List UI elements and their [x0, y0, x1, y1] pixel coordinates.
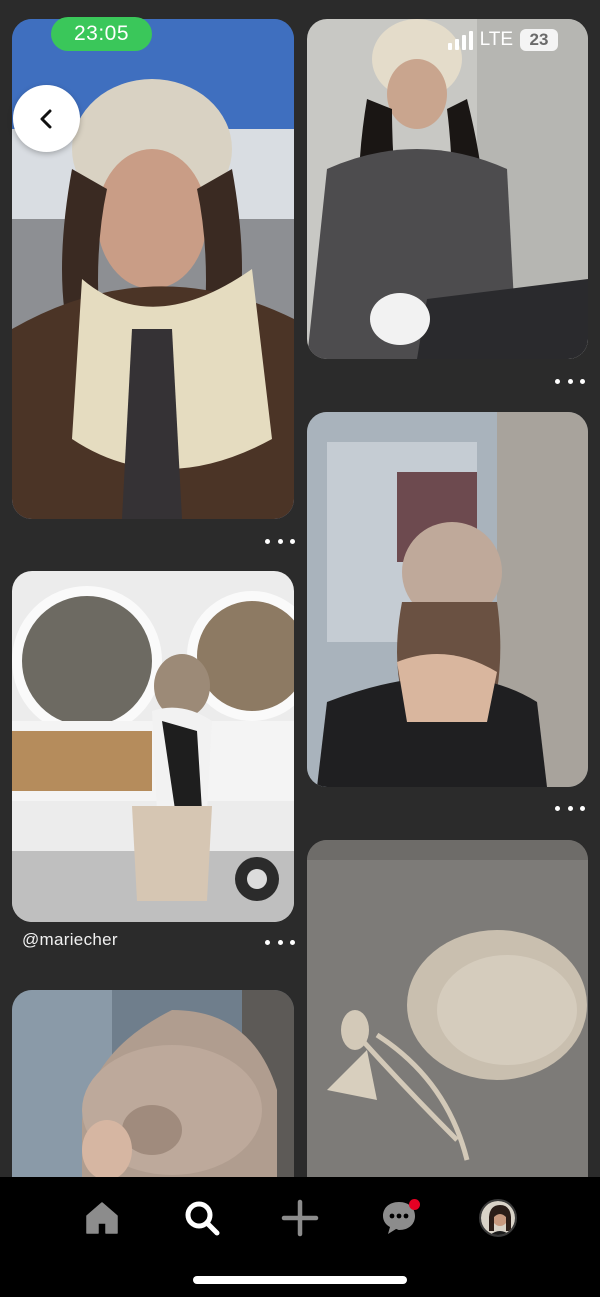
- more-dot: [580, 805, 585, 811]
- more-dot: [580, 378, 585, 384]
- more-dot: [265, 939, 270, 945]
- nav-home[interactable]: [76, 1192, 128, 1244]
- pin-image-6[interactable]: [12, 990, 294, 1180]
- pin-image-2[interactable]: [307, 19, 588, 359]
- avatar: [479, 1199, 517, 1237]
- pin-1-more-button[interactable]: [265, 533, 295, 549]
- network-label: LTE: [479, 29, 513, 50]
- nav-profile[interactable]: [472, 1192, 524, 1244]
- more-dot: [555, 378, 560, 384]
- pin-3-more-button[interactable]: [555, 800, 585, 816]
- more-dot: [290, 538, 295, 544]
- status-time-pill: 23:05: [51, 17, 152, 51]
- notification-dot: [409, 1199, 420, 1210]
- more-dot: [265, 538, 270, 544]
- back-button[interactable]: [13, 85, 80, 152]
- more-dot: [290, 939, 295, 945]
- chevron-left-icon: [40, 109, 51, 128]
- pin-image-5[interactable]: [307, 840, 588, 1180]
- pinterest-feed-screen: 23:05 LTE 23 @mariecher: [0, 0, 600, 1297]
- pin-image-3[interactable]: [307, 412, 588, 787]
- signal-icon: [447, 30, 473, 50]
- nav-create[interactable]: [274, 1192, 326, 1244]
- nav-messages[interactable]: [373, 1192, 425, 1244]
- status-indicators: LTE 23: [447, 28, 558, 52]
- pin-4-more-button[interactable]: [265, 934, 295, 950]
- more-dot: [555, 805, 560, 811]
- pin-image-4[interactable]: [12, 571, 294, 922]
- pin-2-more-button[interactable]: [555, 373, 585, 389]
- nav-search[interactable]: [176, 1192, 228, 1244]
- status-time: 23:05: [73, 22, 130, 45]
- home-icon: [86, 1202, 118, 1234]
- pin-4-author[interactable]: @mariecher: [22, 930, 118, 950]
- more-dot: [277, 939, 283, 945]
- home-indicator[interactable]: [193, 1276, 407, 1284]
- more-dot: [567, 805, 573, 811]
- plus-icon: [281, 1199, 319, 1237]
- more-dot: [277, 538, 283, 544]
- battery-indicator: 23: [520, 29, 558, 51]
- search-icon: [185, 1201, 220, 1236]
- more-dot: [567, 378, 573, 384]
